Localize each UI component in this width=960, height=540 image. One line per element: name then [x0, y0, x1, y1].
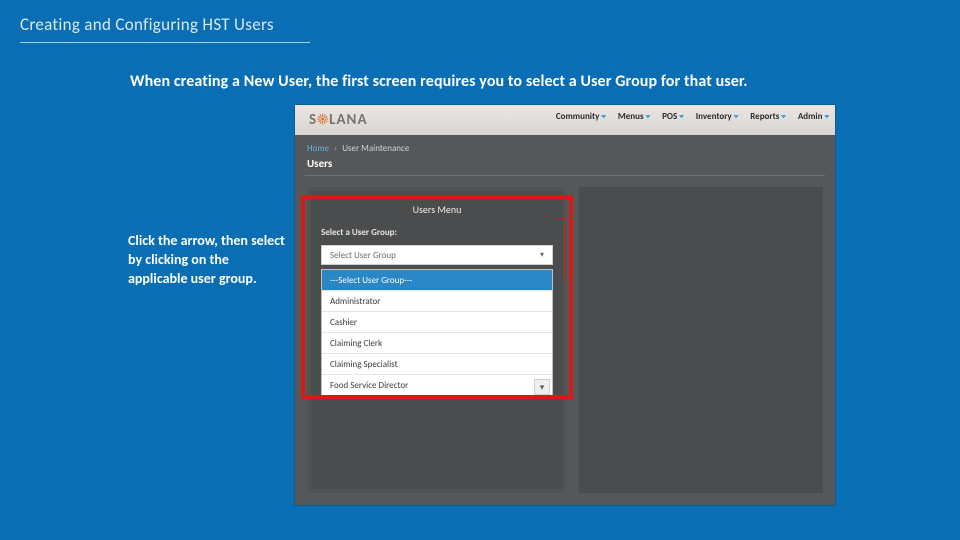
breadcrumb-current: User Maintenance: [342, 143, 409, 154]
nav-admin[interactable]: Admin▾: [798, 111, 829, 122]
panel-title: Users Menu: [311, 203, 563, 216]
intro-text: When creating a New User, the first scre…: [130, 72, 748, 91]
nav-pos[interactable]: POS▾: [662, 111, 684, 122]
user-group-select[interactable]: Select User Group ▾: [321, 245, 553, 265]
user-group-dropdown: ---Select User Group--- Administrator Ca…: [321, 269, 553, 396]
nav-menus[interactable]: Menus▾: [618, 111, 650, 122]
dropdown-option-food-service-director[interactable]: Food Service Director: [322, 374, 552, 395]
nav-label: Inventory: [696, 111, 732, 122]
slide: Creating and Configuring HST Users When …: [0, 0, 960, 540]
divider: [305, 175, 825, 176]
chevron-down-icon: ▾: [734, 113, 739, 120]
dropdown-option-administrator[interactable]: Administrator: [322, 290, 552, 311]
slide-title: Creating and Configuring HST Users: [20, 14, 274, 35]
select-value: Select User Group: [330, 250, 396, 261]
instruction-text: Click the arrow, then select by clicking…: [128, 232, 288, 289]
breadcrumb-home[interactable]: Home: [307, 143, 329, 154]
nav-label: Community: [556, 111, 600, 122]
app-logo: S☀LANA: [309, 111, 368, 129]
nav-reports[interactable]: Reports▾: [750, 111, 786, 122]
sun-icon: ☀: [317, 111, 329, 129]
app-screenshot: S☀LANA Community▾ Menus▾ POS▾ Inventory▾…: [295, 105, 835, 505]
chevron-down-icon: ▾: [679, 113, 684, 120]
dropdown-option-claiming-specialist[interactable]: Claiming Specialist: [322, 353, 552, 374]
users-menu-panel: Users Menu Select a User Group: Select U…: [311, 191, 563, 489]
nav-label: Menus: [618, 111, 644, 122]
dropdown-option-placeholder[interactable]: ---Select User Group---: [322, 270, 552, 290]
title-underline: [20, 42, 310, 43]
nav-community[interactable]: Community▾: [556, 111, 606, 122]
chevron-down-icon: ▾: [781, 113, 786, 120]
chevron-down-icon: ▾: [601, 113, 606, 120]
users-menu-outer: Users Menu Select a User Group: Select U…: [307, 187, 567, 493]
chevron-down-icon: ▾: [824, 113, 829, 120]
chevron-down-icon: ▾: [646, 113, 651, 120]
right-panel: [579, 187, 823, 493]
chevron-down-icon[interactable]: ▾: [532, 246, 552, 264]
dropdown-option-claiming-clerk[interactable]: Claiming Clerk: [322, 332, 552, 353]
chevron-right-icon: ›: [334, 143, 337, 154]
page-title: Users: [307, 157, 332, 170]
breadcrumb: Home › User Maintenance: [307, 143, 409, 154]
logo-letter-s: S: [309, 111, 317, 129]
nav-label: POS: [662, 111, 677, 122]
nav-label: Reports: [750, 111, 779, 122]
logo-rest: LANA: [329, 111, 367, 129]
nav-label: Admin: [798, 111, 823, 122]
panel-subtitle: Select a User Group:: [321, 227, 397, 238]
app-topbar: S☀LANA Community▾ Menus▾ POS▾ Inventory▾…: [295, 105, 835, 135]
nav-inventory[interactable]: Inventory▾: [696, 111, 738, 122]
dropdown-option-cashier[interactable]: Cashier: [322, 311, 552, 332]
main-nav: Community▾ Menus▾ POS▾ Inventory▾ Report…: [556, 111, 829, 122]
scroll-down-button[interactable]: ▾: [534, 379, 550, 395]
